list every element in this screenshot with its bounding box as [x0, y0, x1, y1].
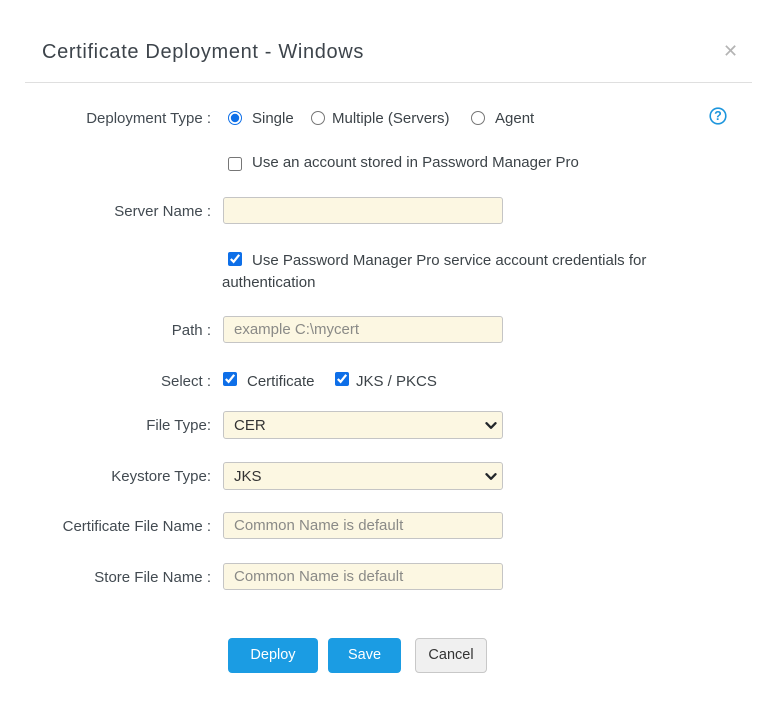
svg-text:?: ? — [714, 109, 722, 123]
